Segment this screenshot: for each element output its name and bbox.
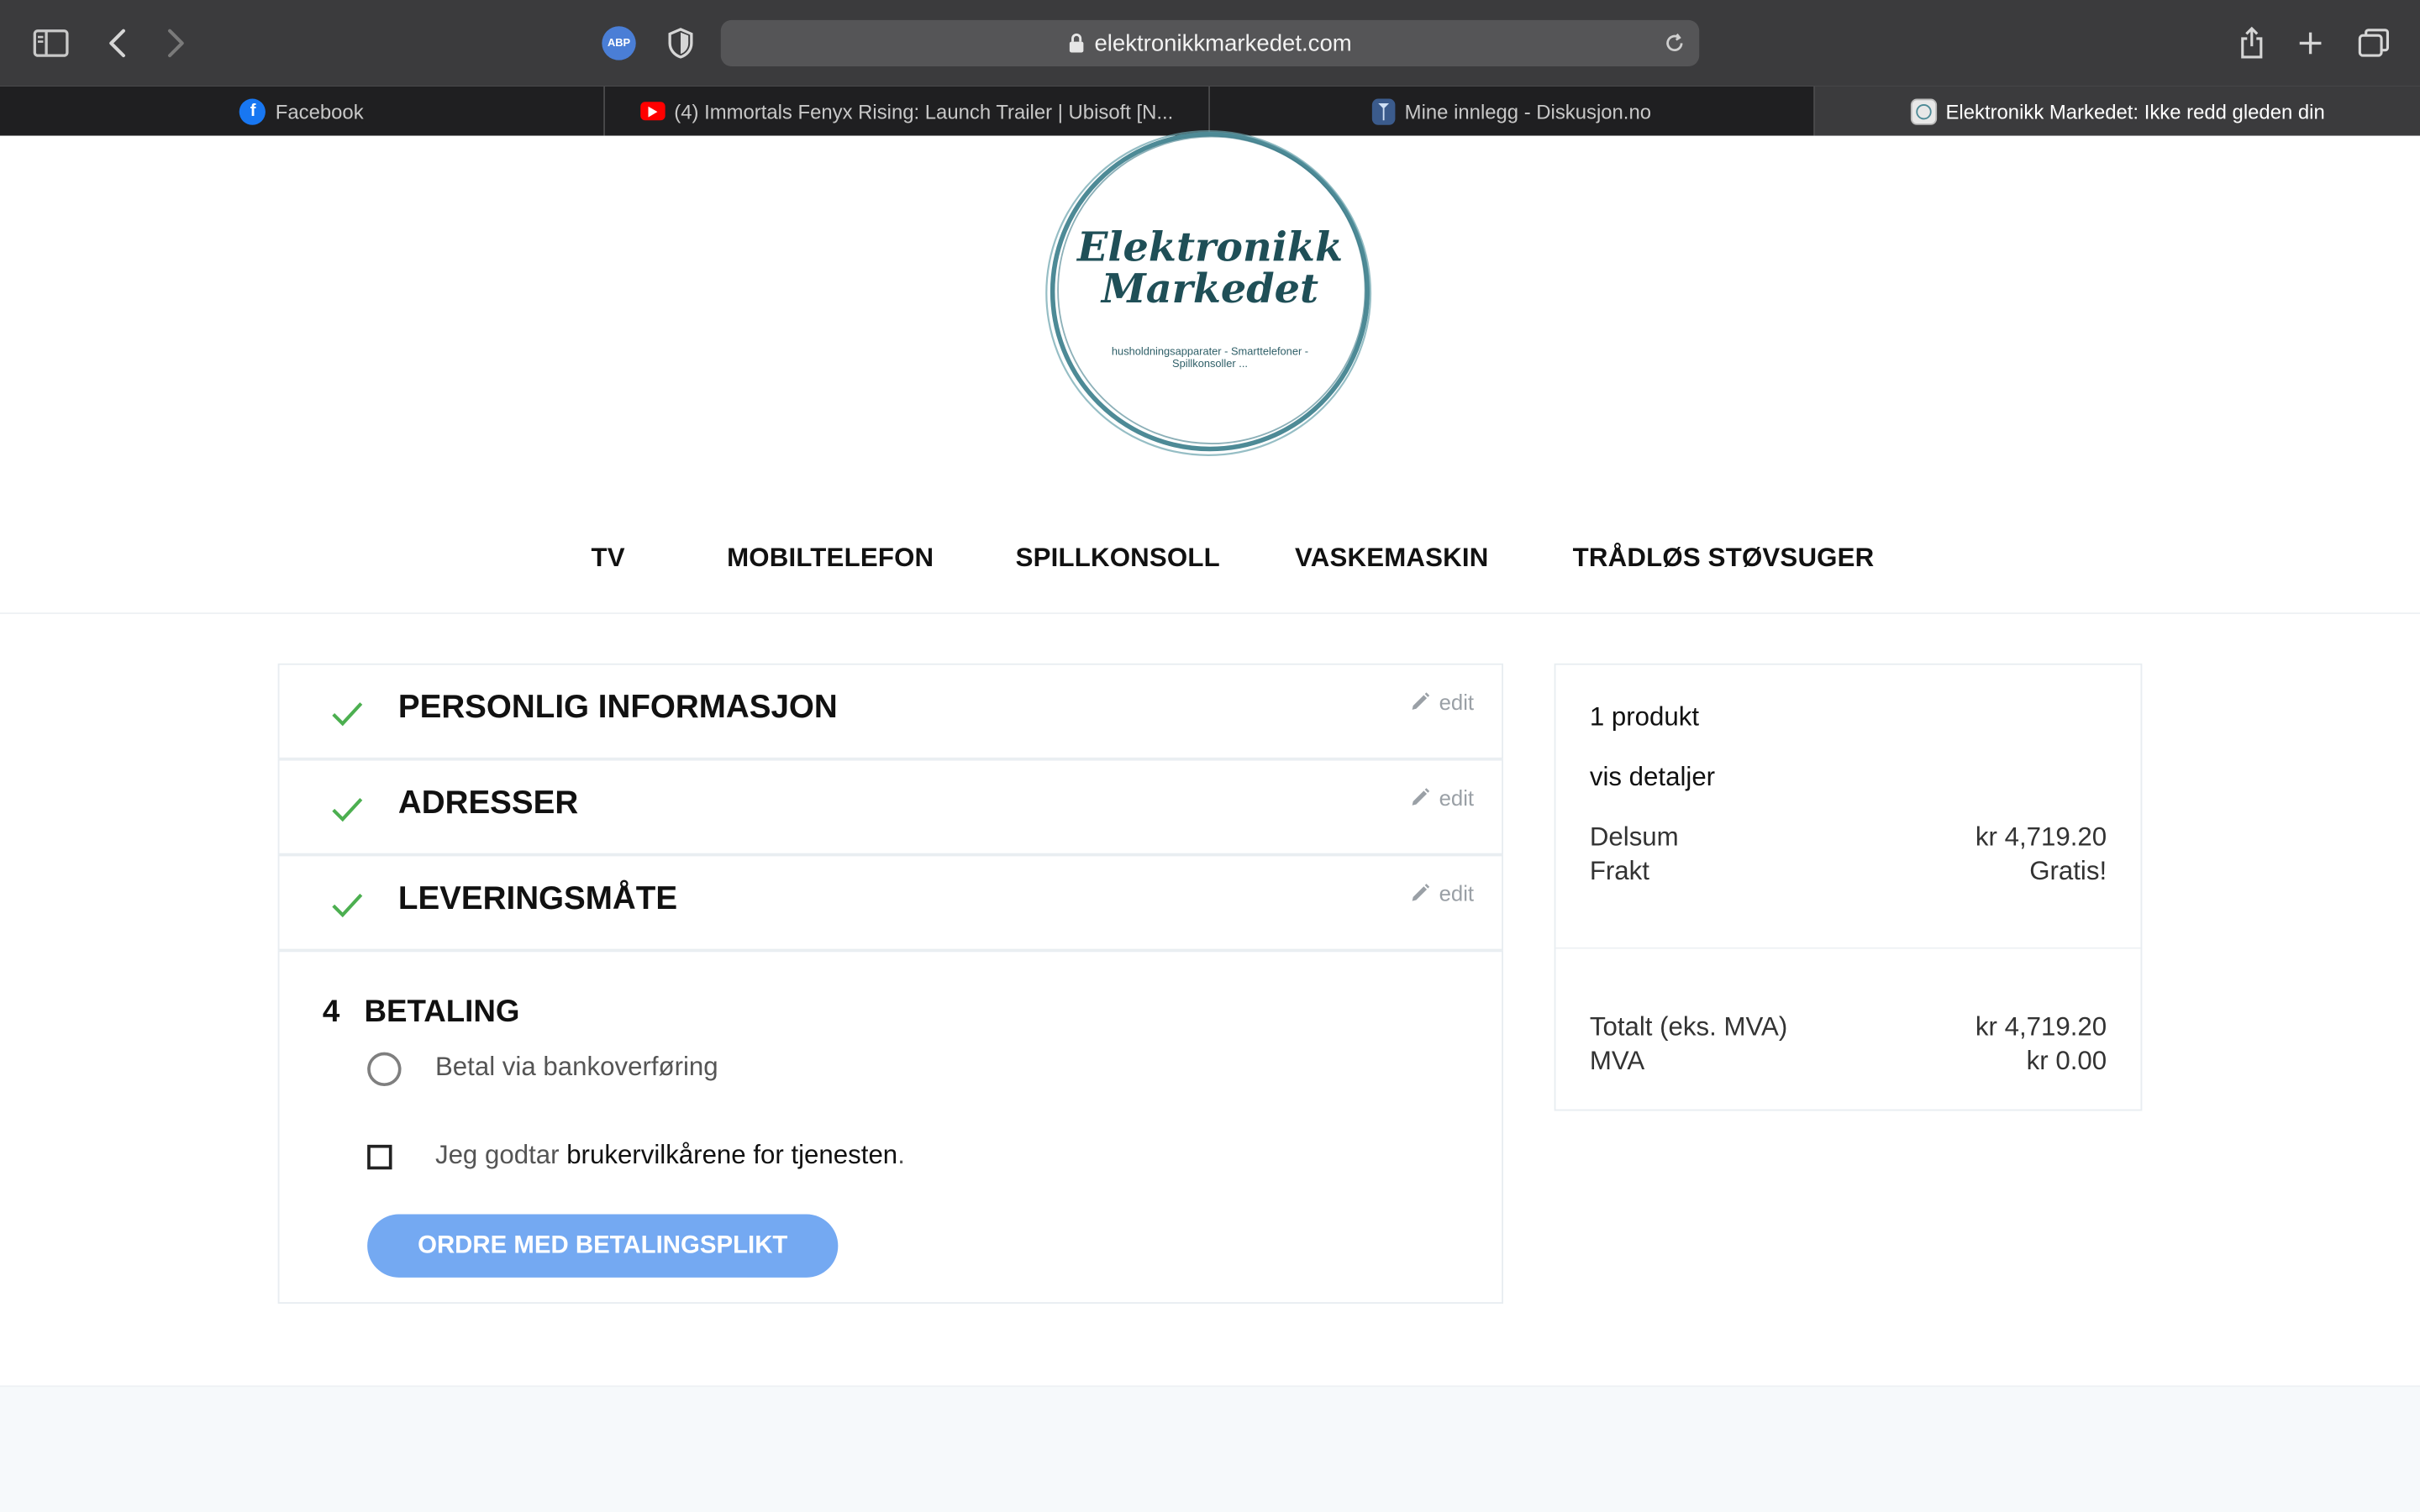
- order-summary: 1 produkt vis detaljer Delsum kr 4,719.2…: [1554, 663, 2143, 1111]
- step-number: 4: [322, 995, 340, 1030]
- tab-label: (4) Immortals Fenyx Rising: Launch Trail…: [674, 99, 1174, 123]
- edit-link[interactable]: edit: [1410, 881, 1474, 906]
- tab-facebook[interactable]: f Facebook: [0, 86, 606, 136]
- pencil-icon: [1413, 788, 1430, 806]
- shipping-label: Frakt: [1589, 856, 1649, 886]
- step-addresses[interactable]: ADRESSER edit: [277, 759, 1503, 855]
- step-delivery[interactable]: LEVERINGSMÅTE edit: [277, 854, 1503, 951]
- edit-link[interactable]: edit: [1410, 690, 1474, 714]
- payment-option-radio[interactable]: [367, 1052, 402, 1087]
- site-logo[interactable]: Elektronikk Markedet husholdningsapparat…: [1042, 129, 1378, 456]
- sidebar-icon[interactable]: [29, 22, 72, 65]
- nav-item-mobiltelefon[interactable]: MOBILTELEFON: [727, 543, 934, 575]
- step-payment: 4 BETALING Betal via bankoverføring Jeg …: [277, 950, 1503, 1305]
- payment-option-label[interactable]: Betal via bankoverføring: [435, 1053, 718, 1084]
- logo-tagline1: husholdningsapparater - Smarttelefoner -: [1112, 344, 1308, 357]
- step-personal-info[interactable]: PERSONLIG INFORMASJON edit: [277, 663, 1503, 759]
- vat-value: kr 0.00: [2026, 1046, 2107, 1076]
- pencil-icon: [1413, 884, 1430, 901]
- total-label: Totalt (eks. MVA): [1589, 1011, 1788, 1042]
- back-icon[interactable]: [96, 22, 139, 65]
- youtube-icon: [639, 102, 666, 121]
- edit-label: edit: [1439, 690, 1475, 715]
- tab-diskusjon[interactable]: Mine innlegg - Diskusjon.no: [1210, 86, 1816, 136]
- url-text: elektronikkmarkedet.com: [1094, 29, 1352, 57]
- edit-label: edit: [1439, 785, 1475, 811]
- step-title: LEVERINGSMÅTE: [397, 880, 678, 917]
- subtotal-value: kr 4,719.20: [1975, 822, 2107, 852]
- terms-checkbox[interactable]: [367, 1144, 392, 1170]
- terms-prefix: Jeg godtar: [434, 1140, 567, 1170]
- pencil-icon: [1413, 692, 1430, 710]
- adblock-icon[interactable]: ABP: [602, 26, 636, 60]
- total-value: kr 4,719.20: [1975, 1011, 2107, 1042]
- edit-link[interactable]: edit: [1410, 785, 1474, 810]
- new-tab-icon[interactable]: [2289, 22, 2332, 65]
- tab-label: Facebook: [275, 99, 364, 123]
- main-nav: TV MOBILTELEFON SPILLKONSOLL VASKEMASKIN…: [0, 543, 2420, 615]
- tab-label: Elektronikk Markedet: Ikke redd gleden d…: [1945, 99, 2325, 123]
- checkmark-icon: [332, 798, 363, 822]
- page: ABP elektronikkmarkedet.com f Facebook (…: [0, 0, 2420, 1512]
- step-title: PERSONLIG INFORMASJON: [397, 690, 838, 726]
- checkmark-icon: [332, 702, 363, 727]
- logo-line1: Elektronikk: [1076, 223, 1343, 270]
- privacy-shield-icon[interactable]: [659, 22, 702, 65]
- terms-suffix: .: [897, 1140, 905, 1170]
- tab-youtube[interactable]: (4) Immortals Fenyx Rising: Launch Trail…: [605, 86, 1211, 136]
- edit-label: edit: [1439, 880, 1475, 906]
- checkmark-icon: [332, 893, 363, 918]
- share-icon[interactable]: [2230, 22, 2273, 65]
- terms-label: Jeg godtar brukervilkårene for tjenesten…: [435, 1140, 905, 1171]
- address-bar[interactable]: elektronikkmarkedet.com: [720, 19, 1700, 66]
- nav-item-tv[interactable]: TV: [591, 543, 624, 575]
- product-count: 1 produkt: [1589, 701, 1700, 732]
- site-icon: [1910, 97, 1937, 124]
- lock-icon: [1070, 33, 1084, 53]
- show-details-link[interactable]: vis detaljer: [1590, 762, 1715, 793]
- tab-label: Mine innlegg - Diskusjon.no: [1404, 99, 1652, 123]
- reload-icon[interactable]: [1659, 28, 1690, 59]
- step-title: ADRESSER: [397, 785, 579, 822]
- tab-overview-icon[interactable]: [2352, 22, 2395, 65]
- nav-item-vaskemaskin[interactable]: VASKEMASKIN: [1295, 543, 1488, 575]
- subtotal-label: Delsum: [1589, 822, 1679, 852]
- summary-divider: [1555, 947, 2141, 949]
- diskusjon-icon: [1372, 97, 1396, 124]
- footer-band: [0, 1385, 2420, 1512]
- logo-tagline2: Spillkonsoller ...: [1172, 357, 1248, 370]
- tab-bar: f Facebook (4) Immortals Fenyx Rising: L…: [0, 86, 2420, 136]
- step-title: BETALING: [364, 995, 520, 1030]
- vat-label: MVA: [1589, 1046, 1645, 1076]
- terms-link[interactable]: brukervilkårene for tjenesten: [566, 1140, 897, 1169]
- tab-elektronikk-markedet[interactable]: Elektronikk Markedet: Ikke redd gleden d…: [1815, 86, 2420, 136]
- forward-icon[interactable]: [155, 22, 197, 65]
- place-order-button[interactable]: ORDRE MED BETALINGSPLIKT: [367, 1214, 839, 1278]
- nav-item-spillkonsoll[interactable]: SPILLKONSOLL: [1016, 543, 1220, 575]
- facebook-icon: f: [239, 97, 266, 124]
- logo-line2: Markedet: [1100, 265, 1318, 312]
- site-content: Elektronikk Markedet husholdningsapparat…: [0, 130, 2420, 1512]
- nav-item-tradlos-stovsuger[interactable]: TRÅDLØS STØVSUGER: [1573, 543, 1875, 575]
- shipping-value: Gratis!: [2029, 856, 2107, 886]
- browser-toolbar: ABP elektronikkmarkedet.com: [0, 0, 2420, 87]
